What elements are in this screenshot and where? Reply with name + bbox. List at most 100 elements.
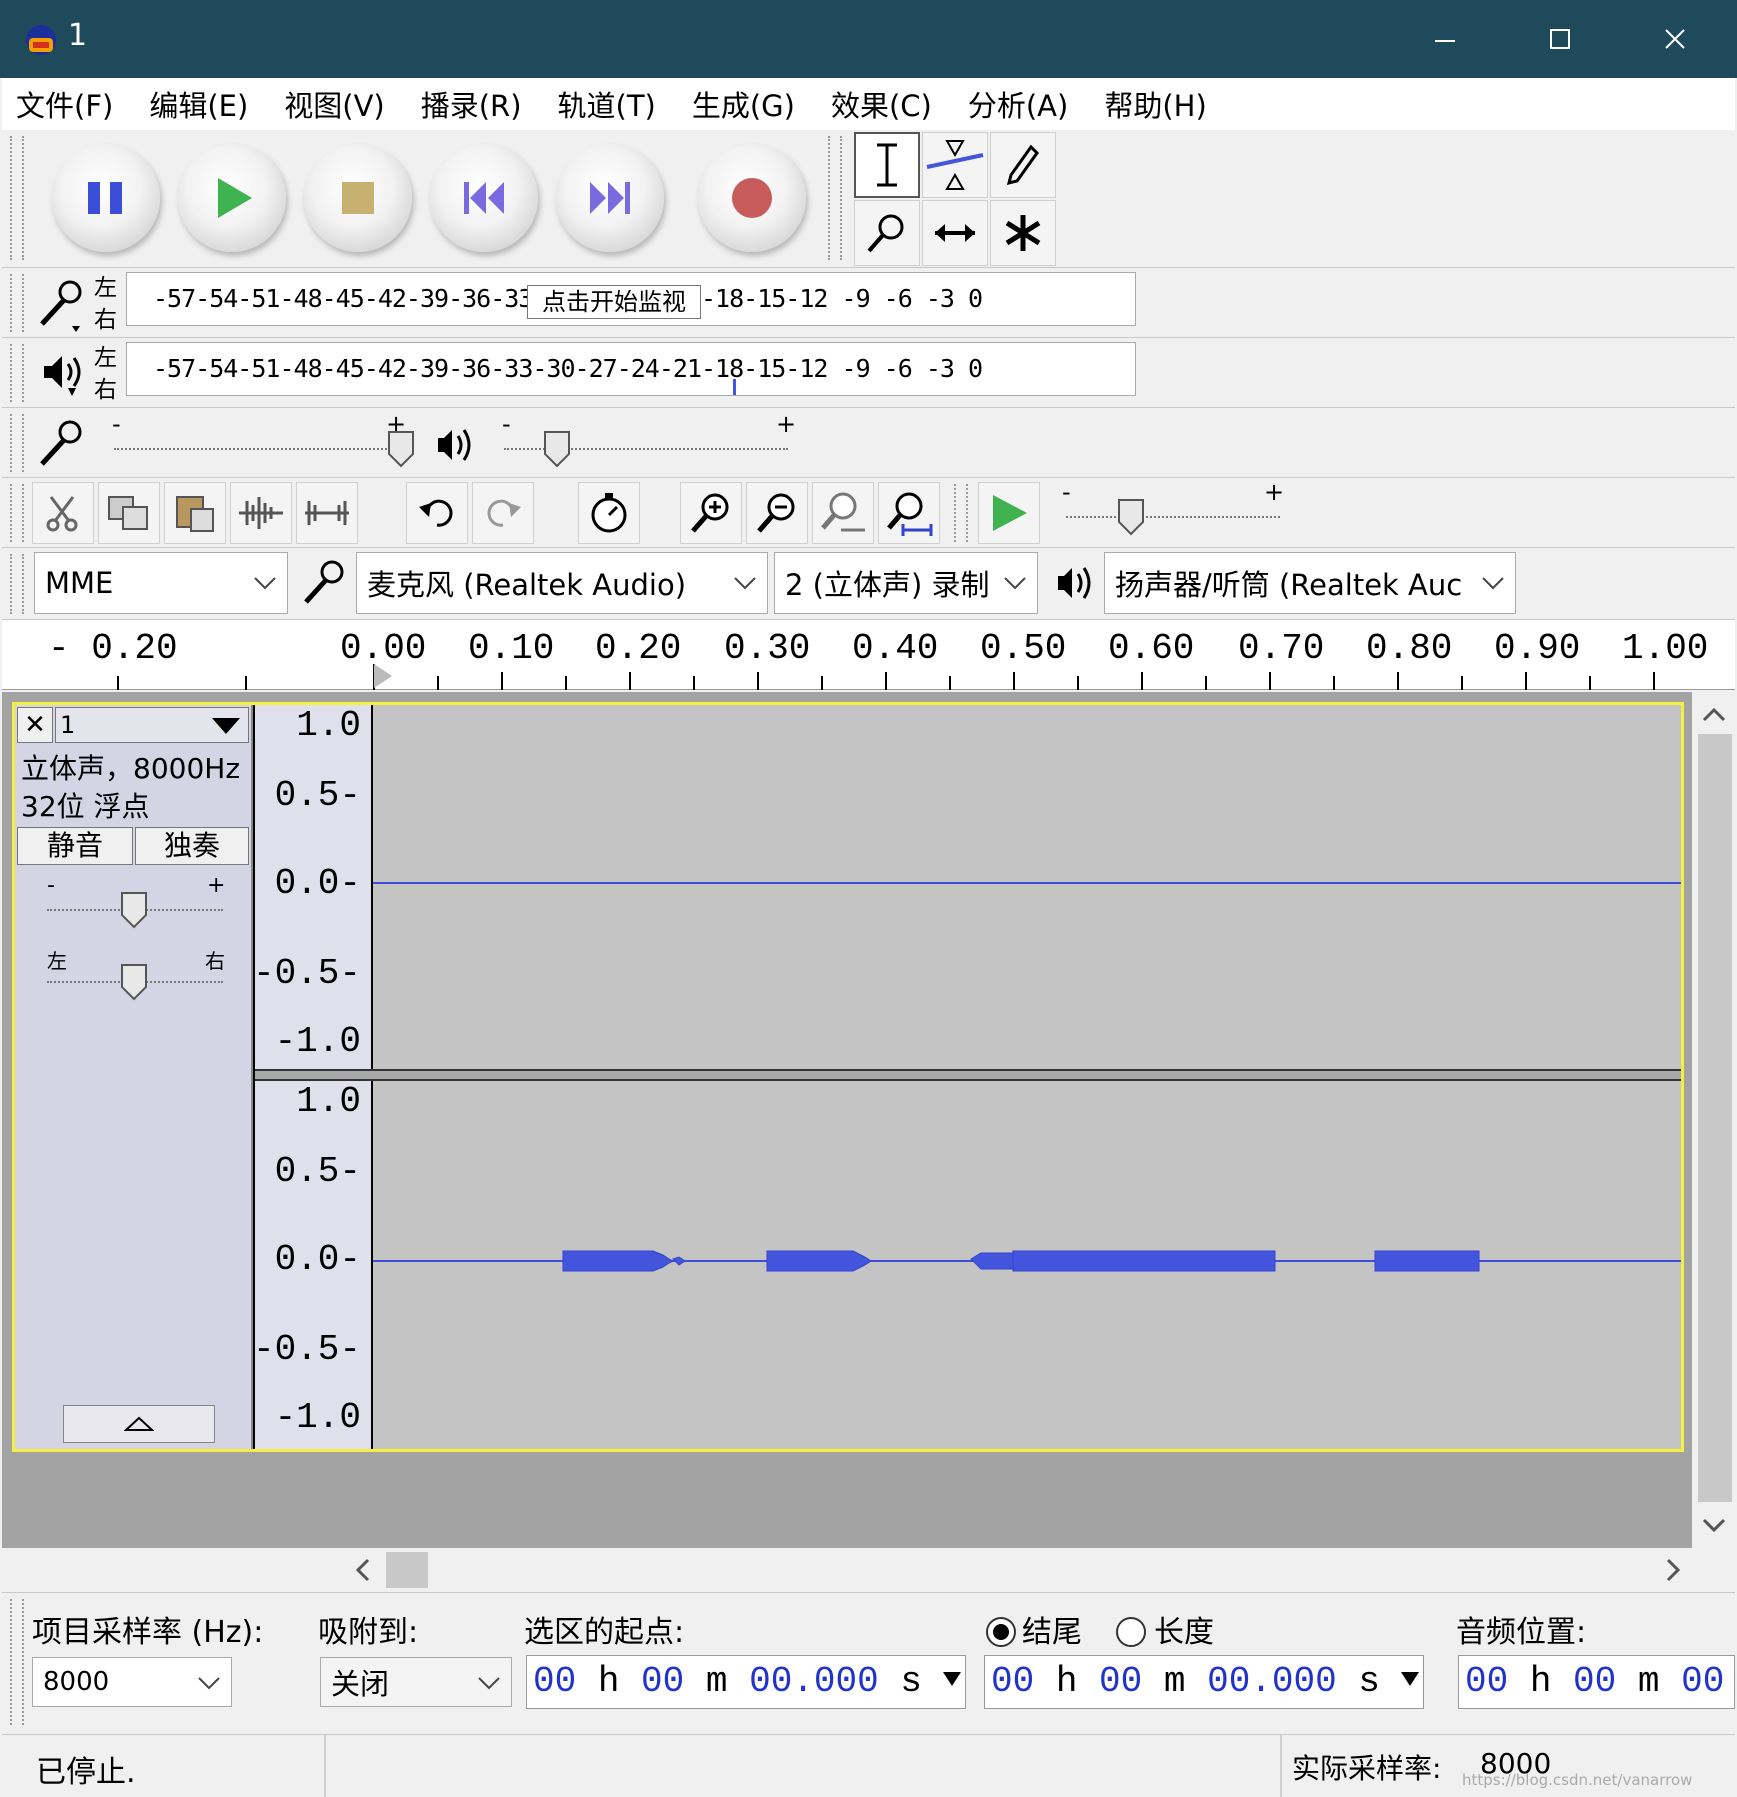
track-name-menu[interactable]: 1 <box>55 707 249 743</box>
toolbar-grip[interactable] <box>954 484 968 542</box>
menu-analyze[interactable]: 分析(A) <box>968 83 1068 125</box>
envelope-tool[interactable] <box>922 132 988 198</box>
zoom-in-button[interactable] <box>680 482 742 544</box>
mute-button[interactable]: 静音 <box>17 827 133 865</box>
solo-button[interactable]: 独奏 <box>135 827 249 865</box>
recording-channels-select[interactable]: 2 (立体声) 录制 <box>774 552 1038 614</box>
pan-thumb[interactable] <box>119 963 149 1001</box>
audio-track[interactable]: ✕ 1 立体声，8000Hz 32位 浮点 静音 独奏 - + 左 右 1.0 … <box>12 702 1684 1452</box>
channel-2-waveform-svg <box>373 1250 1681 1272</box>
selection-tool[interactable] <box>854 132 920 198</box>
record-volume-thumb[interactable] <box>386 430 416 468</box>
toolbar-grip[interactable] <box>10 344 24 402</box>
channel-2-scale[interactable]: 1.0 0.5- 0.0- -0.5- -1.0 <box>253 1081 371 1449</box>
track-close-button[interactable]: ✕ <box>17 707 53 743</box>
vertical-scroll-thumb[interactable] <box>1698 734 1732 1502</box>
play-at-speed-button[interactable] <box>978 482 1040 544</box>
snap-to-select[interactable]: 关闭 <box>320 1657 512 1707</box>
end-radio-label[interactable]: 结尾 <box>1022 1607 1082 1651</box>
zoom-tool[interactable] <box>854 200 920 266</box>
audio-host-select[interactable]: MME <box>34 552 288 614</box>
format-menu-icon[interactable] <box>1401 1672 1419 1686</box>
play-button[interactable] <box>178 144 286 252</box>
scroll-down-icon[interactable] <box>1702 1518 1726 1534</box>
time-shift-tool[interactable] <box>922 200 988 266</box>
play-meter-toolbar: 左 右 -57-54-51-48-45-42-39-36-33-30-27-24… <box>2 338 1735 408</box>
toolbar-grip[interactable] <box>10 484 24 542</box>
play-meter[interactable]: -57-54-51-48-45-42-39-36-33-30-27-24-21-… <box>126 342 1136 396</box>
skip-to-start-button[interactable] <box>430 144 538 252</box>
menu-generate[interactable]: 生成(G) <box>692 83 795 125</box>
close-button[interactable] <box>1620 0 1730 78</box>
skip-to-end-button[interactable] <box>556 144 664 252</box>
record-button[interactable] <box>698 144 806 252</box>
redo-button[interactable] <box>472 482 534 544</box>
end-radio[interactable] <box>984 1615 1018 1649</box>
collapse-track-button[interactable] <box>63 1405 215 1443</box>
monitor-tooltip[interactable]: 点击开始监视 <box>527 285 701 319</box>
record-meter[interactable]: -57-54-51-48-45-42-39-36-33-30-27-24-21-… <box>126 272 1136 326</box>
record-volume-slider[interactable] <box>114 448 398 452</box>
menu-help[interactable]: 帮助(H) <box>1104 83 1206 125</box>
project-rate-value: 8000 <box>43 1667 110 1697</box>
toolbar-grip[interactable] <box>10 414 24 472</box>
gain-thumb[interactable] <box>119 891 149 929</box>
pause-button[interactable] <box>52 144 160 252</box>
horizontal-scroll-thumb[interactable] <box>386 1552 428 1588</box>
timeline-ruler[interactable]: - 0.20 0.00 0.10 0.20 0.30 0.40 0.50 0.6… <box>2 620 1735 690</box>
menu-file[interactable]: 文件(F) <box>16 83 113 125</box>
fit-project-button[interactable] <box>878 482 940 544</box>
selection-end-time[interactable]: 00 h 00 m 00.000 s <box>984 1655 1424 1709</box>
selection-start-time[interactable]: 00 h 00 m 00.000 s <box>526 1655 966 1709</box>
audio-position-time[interactable]: 00 h 00 m 00 <box>1458 1655 1735 1709</box>
undo-button[interactable] <box>406 482 468 544</box>
toolbar-grip[interactable] <box>10 136 24 260</box>
zoom-out-button[interactable] <box>746 482 808 544</box>
draw-tool[interactable] <box>990 132 1056 198</box>
sync-lock-button[interactable] <box>578 482 640 544</box>
trim-button[interactable] <box>230 482 292 544</box>
vertical-scrollbar[interactable] <box>1692 692 1737 1548</box>
chevron-down-icon <box>254 577 276 590</box>
channel-1-waveform[interactable] <box>373 705 1681 1069</box>
chevron-down-icon <box>734 577 756 590</box>
menu-effect[interactable]: 效果(C) <box>831 83 932 125</box>
maximize-button[interactable] <box>1505 0 1615 78</box>
track-name: 1 <box>60 711 76 739</box>
horizontal-scrollbar[interactable] <box>2 1548 1692 1590</box>
channel-1-scale[interactable]: 1.0 0.5- 0.0- -0.5- -1.0 <box>253 705 371 1069</box>
recording-device-select[interactable]: 麦克风 (Realtek Audio) <box>356 552 768 614</box>
toolbar-grip[interactable] <box>10 274 24 332</box>
length-radio[interactable] <box>1114 1615 1148 1649</box>
paste-button[interactable] <box>164 482 226 544</box>
multi-tool[interactable] <box>990 200 1056 266</box>
playback-device-select[interactable]: 扬声器/听筒 (Realtek Auc <box>1104 552 1516 614</box>
menu-edit[interactable]: 编辑(E) <box>149 83 248 125</box>
tools-grip[interactable] <box>828 136 842 260</box>
project-rate-select[interactable]: 8000 <box>32 1657 232 1707</box>
channel-2-waveform[interactable] <box>373 1081 1681 1449</box>
menu-view[interactable]: 视图(V) <box>284 83 384 125</box>
toolbar-grip[interactable] <box>10 1599 24 1725</box>
speaker-icon[interactable] <box>40 352 88 398</box>
play-speed-thumb[interactable] <box>1116 498 1146 536</box>
play-speed-slider[interactable] <box>1066 516 1280 520</box>
length-radio-label[interactable]: 长度 <box>1154 1607 1214 1651</box>
copy-button[interactable] <box>98 482 160 544</box>
gain-minus: - <box>47 873 55 898</box>
toolbar-grip[interactable] <box>10 554 24 614</box>
menu-tracks[interactable]: 轨道(T) <box>558 83 656 125</box>
scale-label: -1.0 <box>274 1021 361 1062</box>
stop-button[interactable] <box>304 144 412 252</box>
minimize-button[interactable] <box>1390 0 1500 78</box>
play-volume-thumb[interactable] <box>542 430 572 468</box>
fit-selection-button[interactable] <box>812 482 874 544</box>
scroll-right-icon[interactable] <box>1664 1558 1682 1582</box>
menu-transport[interactable]: 播录(R) <box>421 83 522 125</box>
silence-button[interactable] <box>296 482 358 544</box>
microphone-icon[interactable] <box>36 278 90 332</box>
cut-button[interactable] <box>32 482 94 544</box>
scroll-up-icon[interactable] <box>1702 706 1726 722</box>
scroll-left-icon[interactable] <box>354 1558 372 1582</box>
format-menu-icon[interactable] <box>943 1672 961 1686</box>
